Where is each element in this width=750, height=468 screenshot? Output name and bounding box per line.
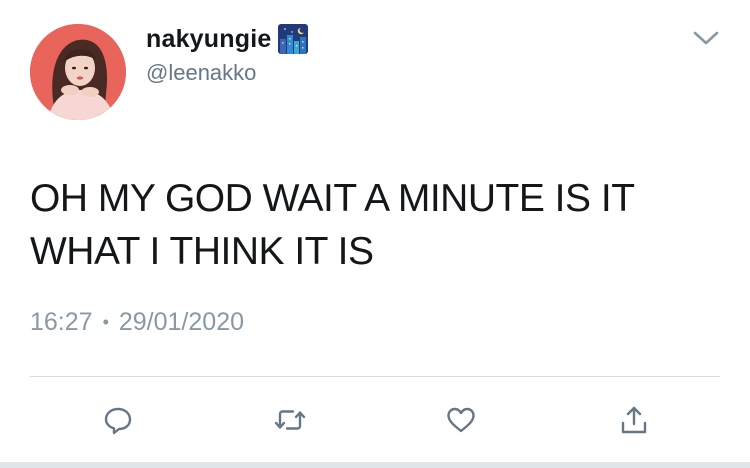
like-button[interactable] [441, 398, 481, 442]
cityscape-at-night-emoji [277, 23, 309, 55]
meta-separator: • [102, 312, 109, 332]
heart-icon [445, 405, 477, 435]
tweet-time: 16:27 [30, 308, 93, 336]
tweet-date: 29/01/2020 [118, 308, 244, 336]
retweet-icon [274, 405, 306, 435]
chevron-down-icon[interactable] [692, 28, 720, 48]
reply-icon [103, 405, 133, 435]
author-name-row[interactable]: nakyungie [146, 22, 309, 56]
divider [30, 376, 720, 377]
share-button[interactable] [614, 398, 654, 442]
retweet-button[interactable] [270, 398, 310, 442]
display-name[interactable]: nakyungie [146, 25, 271, 54]
avatar-photo [30, 24, 126, 120]
bottom-border [0, 462, 750, 468]
tweet-text: OH MY GOD WAIT A MINUTE IS IT WHAT I THI… [30, 177, 635, 273]
tweet-timestamp[interactable]: 16:27 • 29/01/2020 [30, 308, 244, 337]
share-icon [619, 404, 649, 436]
tweet-actions-bar [0, 398, 750, 442]
avatar[interactable] [30, 24, 126, 120]
reply-button[interactable] [98, 398, 138, 442]
user-handle[interactable]: @leenakko [146, 60, 256, 86]
